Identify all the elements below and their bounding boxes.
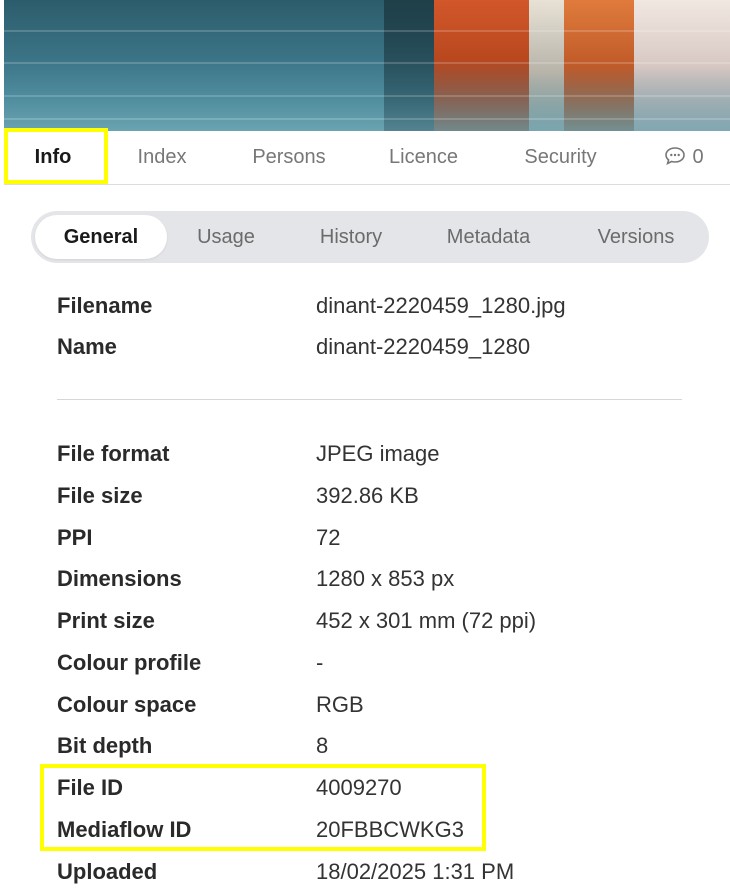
tab-comments[interactable]: 0 — [658, 131, 710, 184]
info-key: File size — [57, 483, 143, 508]
info-row-uploaded: Uploaded 18/02/2025 1:31 PM — [57, 857, 697, 887]
info-row: File format JPEG image — [57, 439, 697, 469]
comment-icon — [665, 147, 686, 166]
info-key: Name — [57, 334, 117, 359]
info-row-filename: Filename dinant-2220459_1280.jpg — [57, 291, 697, 321]
info-row-mediaflow-id: Mediaflow ID 20FBBCWKG3 — [57, 815, 697, 845]
subtab-history[interactable]: History — [296, 215, 406, 259]
subtab-versions[interactable]: Versions — [576, 215, 696, 259]
info-value: 4009270 — [316, 775, 402, 800]
info-value: dinant-2220459_1280.jpg — [316, 293, 566, 318]
info-key: File format — [57, 441, 170, 466]
info-row: Bit depth 8 — [57, 731, 697, 761]
info-value: 18/02/2025 1:31 PM — [316, 859, 515, 884]
info-key: Colour space — [57, 692, 197, 717]
info-row: Colour profile - — [57, 648, 697, 678]
info-value: 392.86 KB — [316, 483, 419, 508]
divider — [57, 399, 682, 400]
tab-index[interactable]: Index — [122, 131, 202, 184]
info-key: Uploaded — [57, 859, 158, 884]
info-value: - — [316, 650, 324, 675]
tab-info[interactable]: Info — [10, 131, 96, 184]
info-key: Bit depth — [57, 733, 153, 758]
info-value: 20FBBCWKG3 — [316, 817, 464, 842]
tab-security[interactable]: Security — [509, 131, 612, 184]
info-row: File size 392.86 KB — [57, 481, 697, 511]
info-tabs: Info Index Persons Licence Security 0 — [4, 131, 730, 185]
info-row: PPI 72 — [57, 523, 697, 553]
info-key: Mediaflow ID — [57, 817, 192, 842]
info-key: Colour profile — [57, 650, 202, 675]
info-row-file-id: File ID 4009270 — [57, 773, 697, 803]
info-key: PPI — [57, 525, 93, 550]
info-key: File ID — [57, 775, 124, 800]
subtabs: General Usage History Metadata Versions — [31, 211, 709, 263]
subtab-metadata[interactable]: Metadata — [426, 215, 551, 259]
info-value: 452 x 301 mm (72 ppi) — [316, 608, 537, 633]
subtab-usage[interactable]: Usage — [171, 215, 281, 259]
info-value: JPEG image — [316, 441, 440, 466]
info-value: 8 — [316, 733, 329, 758]
tab-persons[interactable]: Persons — [239, 131, 339, 184]
info-value: 72 — [316, 525, 341, 550]
info-row-name: Name dinant-2220459_1280 — [57, 332, 697, 362]
info-key: Dimensions — [57, 566, 182, 591]
info-row: Colour space RGB — [57, 690, 697, 720]
tab-licence[interactable]: Licence — [376, 131, 471, 184]
info-row: Dimensions 1280 x 853 px — [57, 564, 697, 594]
info-value: 1280 x 853 px — [316, 566, 455, 591]
image-preview — [4, 0, 730, 131]
comment-count: 0 — [692, 146, 704, 168]
subtab-general[interactable]: General — [35, 215, 167, 259]
info-key: Filename — [57, 293, 153, 318]
info-key: Print size — [57, 608, 155, 633]
info-value: RGB — [316, 692, 364, 717]
info-value: dinant-2220459_1280 — [316, 334, 531, 359]
info-row: Print size 452 x 301 mm (72 ppi) — [57, 606, 697, 636]
